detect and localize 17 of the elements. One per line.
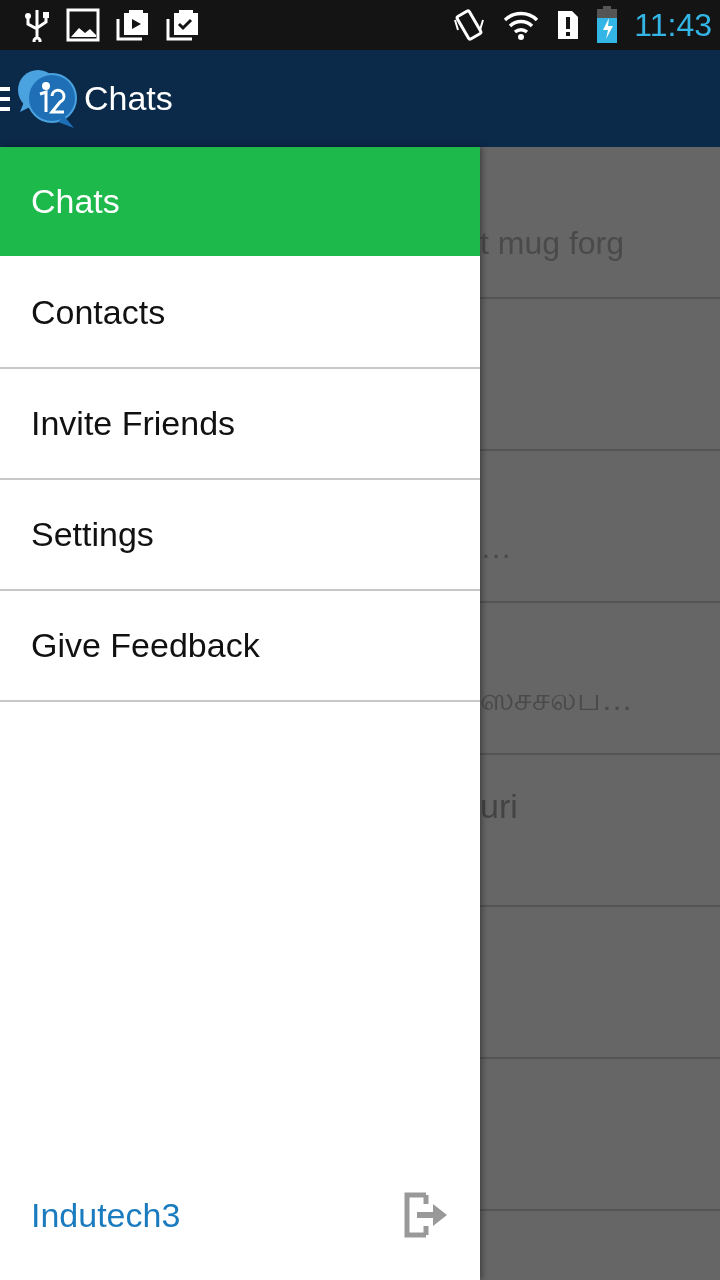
task-icon (166, 9, 200, 41)
sim-alert-icon (556, 9, 581, 41)
vibrate-icon (452, 8, 487, 42)
video-icon (116, 9, 150, 41)
image-icon (66, 8, 100, 42)
account-name: Indutech3 (31, 1195, 181, 1235)
status-time: 11:43 (634, 6, 712, 44)
drawer-item[interactable]: Invite Friends (0, 369, 480, 480)
chat-message: … (480, 529, 512, 566)
menu-icon[interactable] (0, 84, 10, 113)
battery-charging-icon (596, 6, 619, 44)
wifi-icon (502, 9, 541, 41)
app-title: Chats (84, 79, 173, 118)
drawer-item[interactable]: Contacts (0, 258, 480, 369)
drawer-item[interactable]: Give Feedback (0, 591, 480, 702)
usb-icon (24, 8, 50, 42)
drawer-item[interactable]: Settings (0, 480, 480, 591)
